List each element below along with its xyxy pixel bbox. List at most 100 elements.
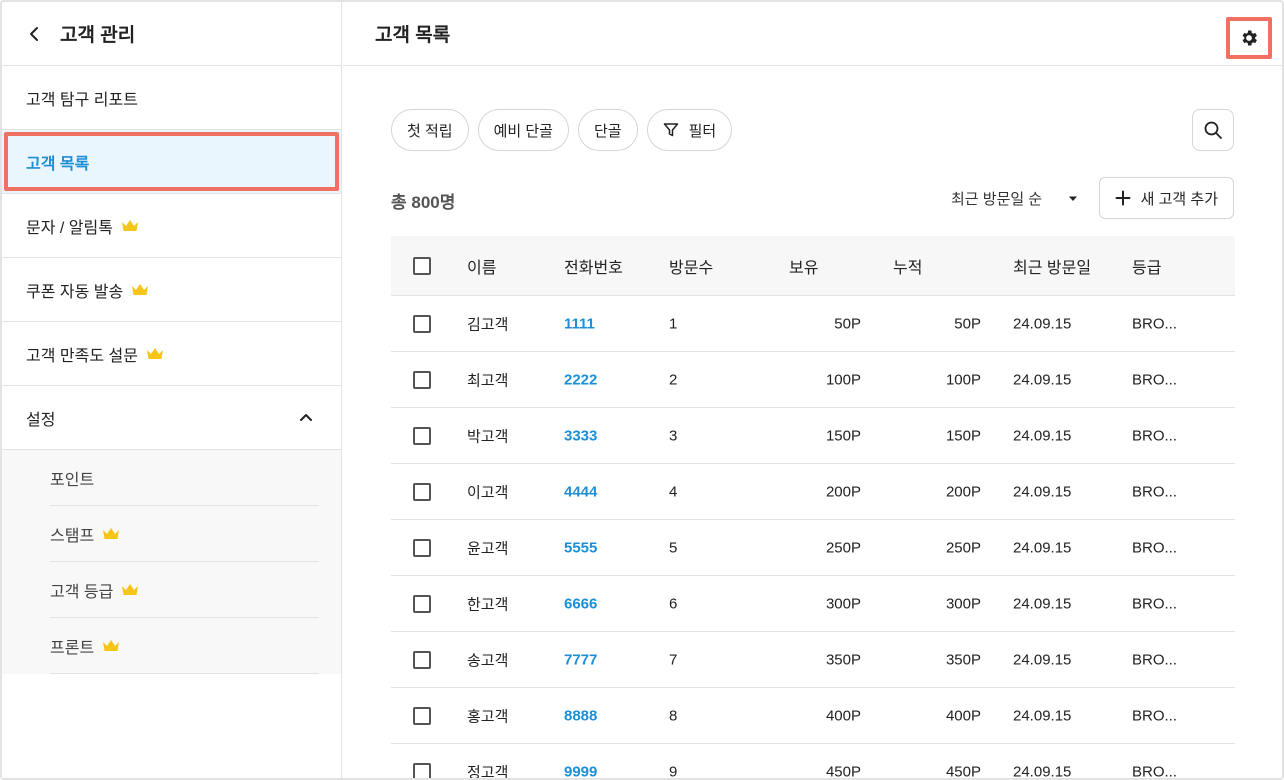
header-name[interactable]: 이름 [467,254,496,278]
table-body: 김고객 1111 1 50P 50P 24.09.15 BRO... 최고객 2222 2 100P… [391,296,1235,780]
segment-chips: 첫 적립 예비 단골 단골 필터 [391,109,733,151]
visit-count: 7 [669,651,678,668]
subitem-label: 고객 등급 [50,583,114,601]
sidebar-item-label: 고객 탐구 리포트 [26,91,138,109]
crown-icon [103,640,120,651]
row-checkbox[interactable] [413,314,431,333]
sidebar-item-settings[interactable]: 설정 [2,386,341,450]
table-row[interactable]: 박고객 3333 3 150P 150P 24.09.15 BRO... [391,408,1235,464]
filter-button[interactable]: 필터 [646,109,733,151]
customer-grade: BRO... [1132,595,1178,612]
row-checkbox[interactable] [413,706,431,725]
row-checkbox[interactable] [413,762,431,778]
visit-count: 3 [669,427,678,444]
customer-phone-link[interactable]: 9999 [564,763,597,778]
table-row[interactable]: 송고객 7777 7 350P 350P 24.09.15 BRO... [391,632,1235,688]
table-row[interactable]: 정고객 9999 9 450P 450P 24.09.15 BRO... [391,744,1235,780]
sidebar-item-2[interactable]: 문자 / 알림톡 [2,194,341,258]
sidebar-item-label: 고객 목록 [26,155,90,173]
sidebar-header: 고객 관리 [2,2,341,66]
table-row[interactable]: 홍고객 8888 8 400P 400P 24.09.15 BRO... [391,688,1235,744]
customer-phone-link[interactable]: 4444 [564,483,597,500]
points-accumulated: 100P [945,371,981,388]
gear-icon [1242,30,1257,46]
table-row[interactable]: 윤고객 5555 5 250P 250P 24.09.15 BRO... [391,520,1235,576]
customer-grade: BRO... [1132,651,1178,668]
points-held: 150P [825,427,861,444]
subitem-label: 포인트 [50,471,95,489]
sidebar: 고객 관리 고객 탐구 리포트고객 목록문자 / 알림톡쿠폰 자동 발송 고객 만… [2,2,342,778]
customer-phone-link[interactable]: 1111 [564,315,595,332]
chip-label: 첫 적립 [407,122,453,140]
row-checkbox[interactable] [413,370,431,389]
points-held: 200P [825,483,861,500]
points-held: 450P [825,763,861,780]
customer-phone-link[interactable]: 6666 [564,595,597,612]
customer-name: 최고객 [467,372,509,389]
sidebar-item-label: 문자 / 알림톡 [26,219,113,237]
crown-icon [132,284,149,295]
customer-phone-link[interactable]: 7777 [564,651,597,668]
plus-icon [1115,190,1131,206]
customer-name: 송고객 [467,652,509,669]
customer-phone-link[interactable]: 3333 [564,427,597,444]
header-points-accumulated[interactable]: 누적 [893,254,922,278]
row-checkbox[interactable] [413,482,431,501]
row-checkbox[interactable] [413,594,431,613]
points-accumulated: 450P [945,763,981,780]
customer-phone-link[interactable]: 5555 [564,539,597,556]
visit-count: 6 [669,595,678,612]
row-checkbox[interactable] [413,426,431,445]
points-held: 100P [825,371,861,388]
header-points-held[interactable]: 보유 [789,254,818,278]
chip-first-earn[interactable]: 첫 적립 [391,109,469,151]
points-held: 250P [825,539,861,556]
customer-phone-link[interactable]: 8888 [564,707,597,724]
header-grade[interactable]: 등급 [1132,254,1161,278]
customer-phone-link[interactable]: 2222 [564,371,597,388]
last-visit-date: 24.09.15 [1013,707,1072,724]
last-visit-date: 24.09.15 [1013,595,1072,612]
table-row[interactable]: 이고객 4444 4 200P 200P 24.09.15 BRO... [391,464,1235,520]
settings-subitem-0[interactable]: 포인트 [50,450,319,506]
select-all-checkbox[interactable] [413,256,431,275]
customer-grade: BRO... [1132,483,1178,500]
search-button[interactable] [1192,109,1234,151]
subitem-label: 스탬프 [50,527,95,545]
customer-grade: BRO... [1132,539,1178,556]
settings-subitem-2[interactable]: 고객 등급 [50,562,319,618]
sidebar-item-4[interactable]: 고객 만족도 설문 [2,322,341,386]
header-phone[interactable]: 전화번호 [564,254,623,278]
settings-subitem-1[interactable]: 스탬프 [50,506,319,562]
sidebar-item-3[interactable]: 쿠폰 자동 발송 [2,258,341,322]
table-row[interactable]: 최고객 2222 2 100P 100P 24.09.15 BRO... [391,352,1235,408]
visit-count: 8 [669,707,678,724]
points-accumulated: 350P [945,651,981,668]
sidebar-item-1[interactable]: 고객 목록 [2,130,341,194]
customer-grade: BRO... [1132,315,1178,332]
customer-table: 이름 전화번호 방문수 보유 누적 최근 방문일 등급 김고객 1111 1 50P 5… [391,236,1235,780]
points-held: 400P [825,707,861,724]
add-customer-button[interactable]: 새 고객 추가 [1098,177,1234,219]
chevron-left-icon[interactable] [26,26,42,42]
customer-name: 윤고객 [467,540,509,557]
filter-icon [663,123,678,137]
last-visit-date: 24.09.15 [1013,315,1072,332]
points-held: 50P [834,315,861,332]
customer-name: 홍고객 [467,708,509,725]
sidebar-item-0[interactable]: 고객 탐구 리포트 [2,66,341,130]
main-content: 고객 목록 첫 적립 예비 단골 단골 필터 총 800명 최근 방문일 순 새… [343,2,1282,780]
points-accumulated: 50P [954,315,981,332]
sort-dropdown[interactable]: 최근 방문일 순 [951,188,1078,209]
table-row[interactable]: 한고객 6666 6 300P 300P 24.09.15 BRO... [391,576,1235,632]
header-last-visit[interactable]: 최근 방문일 [1013,254,1091,278]
settings-subitem-3[interactable]: 프론트 [50,618,319,674]
crown-icon [146,348,163,359]
header-visits[interactable]: 방문수 [669,254,713,278]
row-checkbox[interactable] [413,538,431,557]
row-checkbox[interactable] [413,650,431,669]
chip-regular[interactable]: 단골 [577,109,638,151]
chip-pre-regular[interactable]: 예비 단골 [477,109,569,151]
settings-button[interactable] [1226,17,1272,59]
table-row[interactable]: 김고객 1111 1 50P 50P 24.09.15 BRO... [391,296,1235,352]
